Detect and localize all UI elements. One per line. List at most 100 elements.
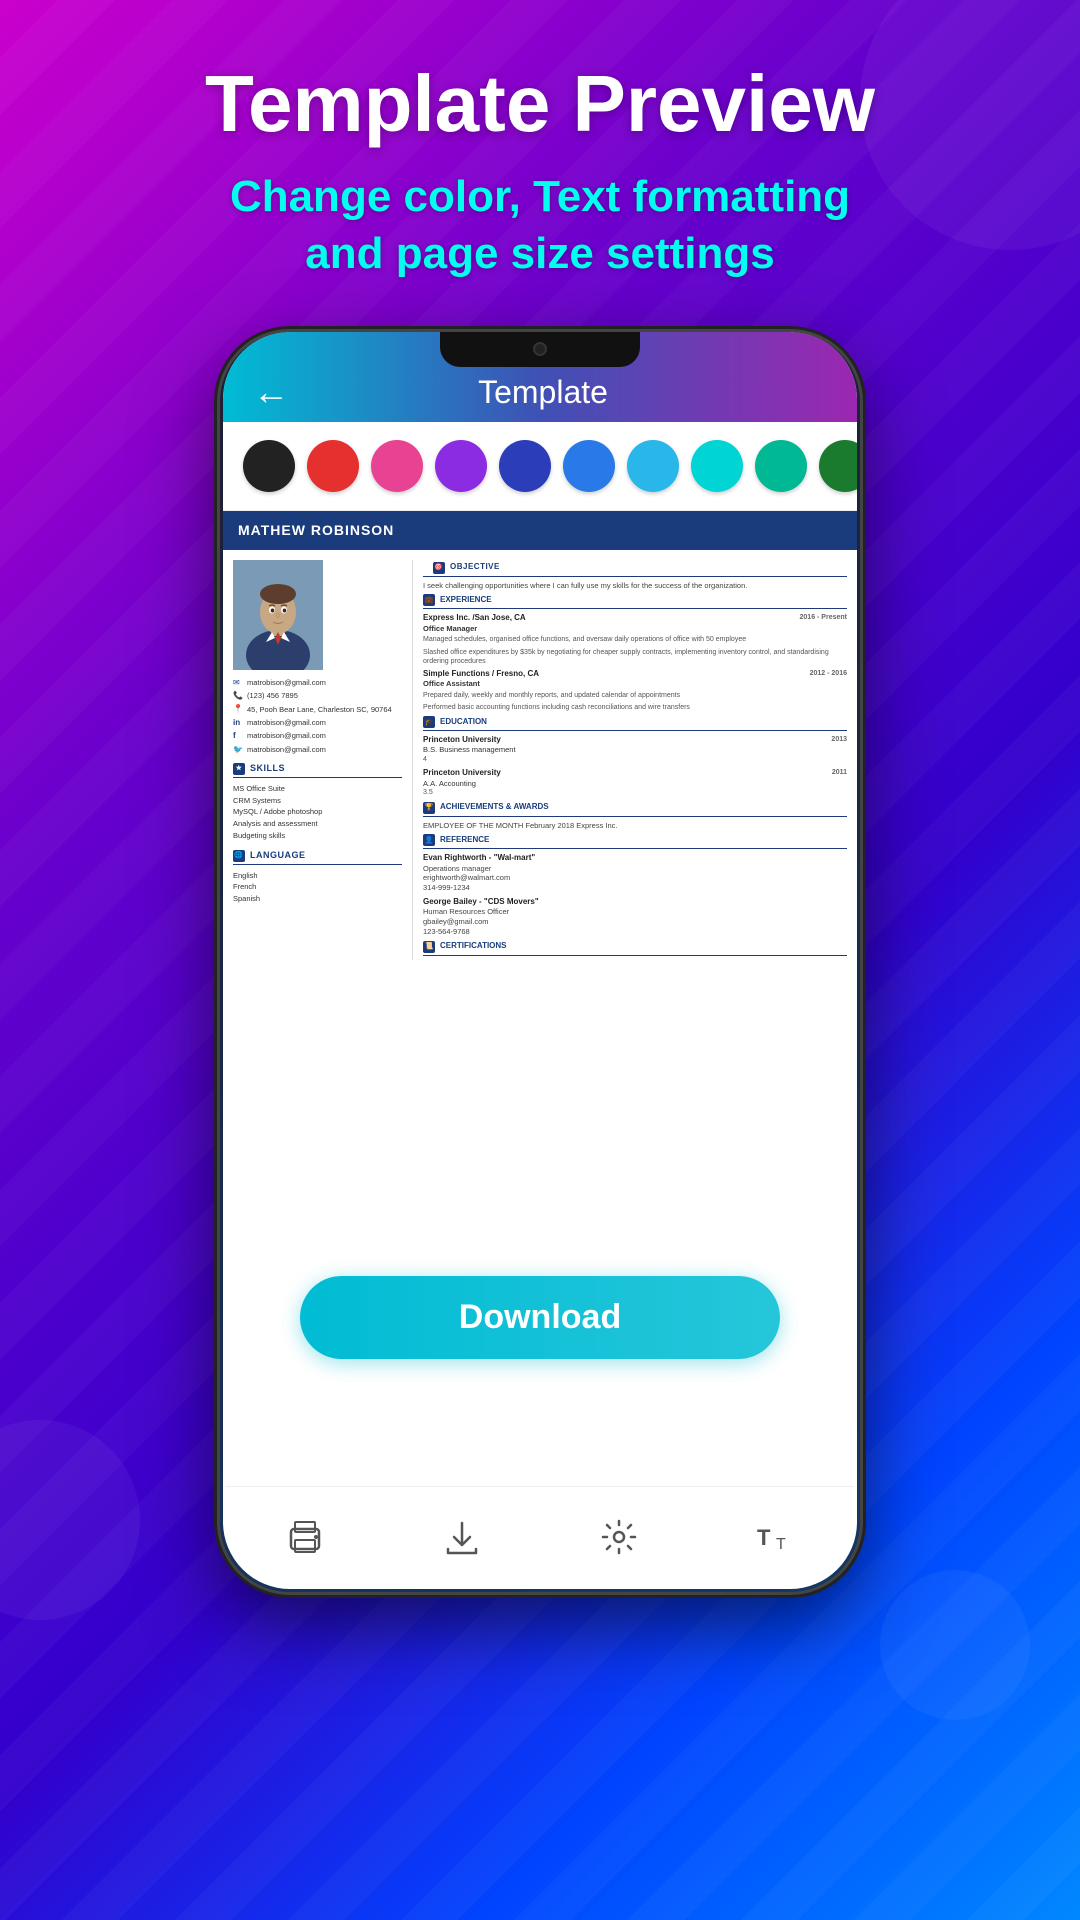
phone-frame: ← Template	[220, 332, 860, 1592]
ref-title-2: Human Resources Officer	[423, 907, 847, 917]
experience-heading: 💼 EXPERIENCE	[423, 594, 847, 609]
edu-degree-1: B.S. Business management	[423, 745, 847, 755]
skills-icon: ★	[233, 763, 245, 775]
print-icon	[283, 1515, 327, 1559]
exp-date-1: 2016 - Present	[800, 613, 847, 623]
back-button[interactable]: ←	[253, 371, 289, 413]
subtitle-line2: and page size settings	[305, 229, 774, 278]
contact-twitter: 🐦 matrobison@gmail.com	[233, 745, 402, 755]
resume-name-bar: MATHEW ROBINSON	[223, 511, 857, 549]
edu-gpa-1: 4	[423, 755, 847, 764]
swatch-pink[interactable]	[371, 440, 423, 492]
header-section: Template Preview Change color, Text form…	[0, 0, 1080, 312]
app-header-title: Template	[309, 374, 777, 411]
exp-desc-1a: Managed schedules, organised office func…	[423, 635, 847, 644]
download-section: Download	[223, 1251, 857, 1384]
language-heading: 🌐 LANGUAGE	[233, 850, 402, 865]
ref-email-2: gbailey@gmail.com	[423, 917, 847, 927]
download-nav-item[interactable]	[440, 1515, 484, 1559]
contact-email-value: matrobison@gmail.com	[247, 678, 326, 688]
edu-school-2-name: Princeton University	[423, 768, 501, 778]
reference-heading: 👤 REFERENCE	[423, 834, 847, 849]
experience-icon: 💼	[423, 594, 435, 606]
print-nav-item[interactable]	[283, 1515, 327, 1559]
swatch-cyan[interactable]	[691, 440, 743, 492]
language-list: English French Spanish	[233, 870, 402, 905]
education-icon: 🎓	[423, 716, 435, 728]
edu-school-1-name: Princeton University	[423, 735, 501, 745]
skills-list: MS Office Suite CRM Systems MySQL / Adob…	[233, 783, 402, 842]
skills-heading: ★ SKILLS	[233, 763, 402, 778]
swatch-blue[interactable]	[563, 440, 615, 492]
swatch-black[interactable]	[243, 440, 295, 492]
achievements-heading-label: ACHIEVEMENTS & AWARDS	[440, 802, 549, 812]
swatch-green[interactable]	[819, 440, 857, 492]
skills-heading-label: SKILLS	[250, 763, 285, 775]
contact-address-value: 45, Pooh Bear Lane, Charleston SC, 90764	[247, 705, 392, 715]
phone-mockup: ← Template	[0, 332, 1080, 1592]
exp-desc-1b: Slashed office expenditures by $35k by n…	[423, 648, 847, 666]
achievements-icon: 🏆	[423, 802, 435, 814]
svg-text:T: T	[776, 1536, 786, 1553]
exp-company-1-name: Express Inc. /San Jose, CA	[423, 613, 526, 623]
edu-item-2: Princeton University 2011 A.A. Accountin…	[423, 768, 847, 797]
page-title: Template Preview	[60, 60, 1020, 148]
exp-title-2: Office Assistant	[423, 679, 847, 689]
achievements-heading: 🏆 ACHIEVEMENTS & AWARDS	[423, 802, 847, 817]
exp-title-1: Office Manager	[423, 624, 847, 634]
resume-right-column: 🎯 OBJECTIVE I seek challenging opportuni…	[413, 560, 847, 960]
ref-name-1: Evan Rightworth - "Wal-mart"	[423, 853, 847, 863]
resume-name: MATHEW ROBINSON	[238, 522, 394, 538]
save-download-icon	[440, 1515, 484, 1559]
contact-phone-value: (123) 456 7895	[247, 691, 298, 701]
text-size-nav-item[interactable]: T T	[754, 1515, 798, 1559]
swatch-teal[interactable]	[755, 440, 807, 492]
swatch-lightblue[interactable]	[627, 440, 679, 492]
resume-preview: MATHEW ROBINSON	[223, 511, 857, 1251]
skill-item: MySQL / Adobe photoshop	[233, 806, 402, 818]
education-heading: 🎓 EDUCATION	[423, 716, 847, 731]
subtitle-line1: Change color, Text formatting	[230, 172, 850, 221]
lang-item: Spanish	[233, 893, 402, 905]
settings-icon	[597, 1515, 641, 1559]
settings-nav-item[interactable]	[597, 1515, 641, 1559]
resume-left-column: ✉ matrobison@gmail.com 📞 (123) 456 7895 …	[233, 560, 413, 960]
svg-text:T: T	[757, 1525, 771, 1550]
edu-year-2: 2011	[832, 768, 847, 778]
edu-degree-2: A.A. Accounting	[423, 779, 847, 789]
ref-title-1: Operations manager	[423, 864, 847, 874]
experience-item-2: Simple Functions / Fresno, CA 2012 - 201…	[423, 669, 847, 712]
text-size-icon: T T	[754, 1515, 798, 1559]
header-subtitle: Change color, Text formatting and page s…	[60, 168, 1020, 282]
bottom-navigation: T T	[226, 1486, 854, 1586]
swatch-red[interactable]	[307, 440, 359, 492]
contact-phone: 📞 (123) 456 7895	[233, 691, 402, 701]
phone-icon: 📞	[233, 691, 243, 701]
ref-phone-2: 123-564-9768	[423, 927, 847, 937]
education-heading-label: EDUCATION	[440, 717, 487, 727]
skill-item: MS Office Suite	[233, 783, 402, 795]
skill-item: CRM Systems	[233, 795, 402, 807]
certifications-heading: 📜 CERTIFICATIONS	[423, 941, 847, 956]
reference-item-1: Evan Rightworth - "Wal-mart" Operations …	[423, 853, 847, 893]
certifications-heading-label: CERTIFICATIONS	[440, 941, 507, 951]
twitter-icon: 🐦	[233, 745, 243, 755]
language-heading-label: LANGUAGE	[250, 850, 306, 862]
skill-item: Budgeting skills	[233, 830, 402, 842]
color-swatch-row	[223, 422, 857, 511]
lang-item: French	[233, 881, 402, 893]
lang-item: English	[233, 870, 402, 882]
person-photo-svg	[233, 560, 323, 670]
exp-date-2: 2012 - 2016	[810, 669, 847, 679]
ref-phone-1: 314-999-1234	[423, 883, 847, 893]
phone-notch	[440, 332, 640, 367]
resume-body: ✉ matrobison@gmail.com 📞 (123) 456 7895 …	[223, 550, 857, 970]
objective-heading: 🎯 OBJECTIVE	[423, 562, 847, 577]
edu-gpa-2: 3.5	[423, 788, 847, 797]
download-button[interactable]: Download	[300, 1276, 780, 1359]
swatch-purple[interactable]	[435, 440, 487, 492]
exp-desc-2b: Performed basic accounting functions inc…	[423, 703, 847, 712]
email-icon: ✉	[233, 678, 243, 688]
contact-linkedin: in matrobison@gmail.com	[233, 718, 402, 728]
swatch-darkblue[interactable]	[499, 440, 551, 492]
